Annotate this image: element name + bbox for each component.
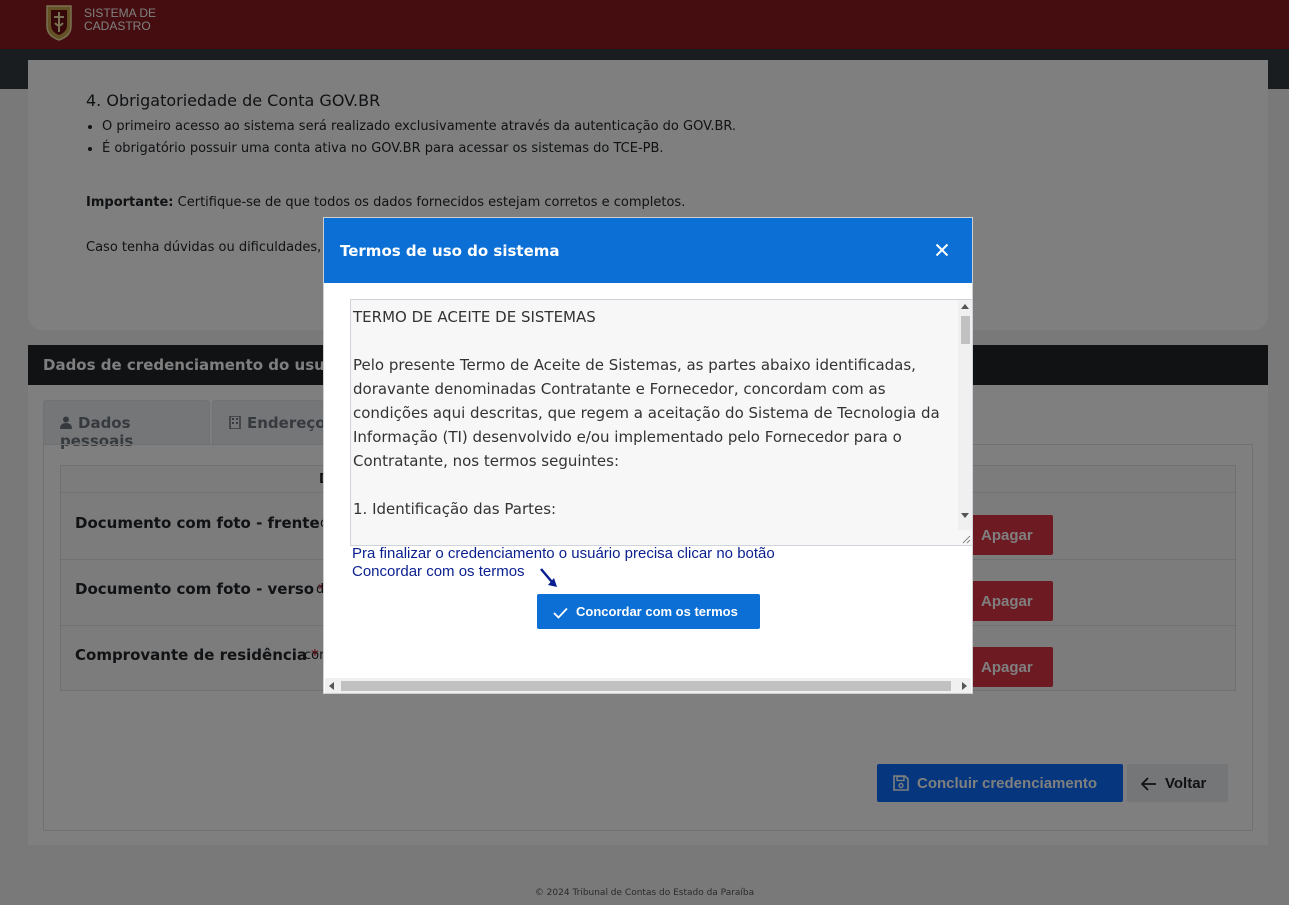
resize-handle-icon[interactable] (961, 534, 971, 544)
scroll-up-icon[interactable] (961, 304, 969, 309)
modal-title: Termos de uso do sistema (340, 242, 560, 260)
close-icon (935, 243, 949, 257)
agree-terms-button[interactable]: Concordar com os termos (537, 594, 760, 629)
vertical-scrollbar[interactable] (958, 300, 972, 530)
terms-modal: Termos de uso do sistema TERMO DE ACEITE… (323, 217, 973, 694)
close-button[interactable] (928, 236, 956, 264)
terms-text: TERMO DE ACEITE DE SISTEMAS Pelo present… (353, 308, 940, 518)
horizontal-scrollbar[interactable] (325, 678, 971, 693)
terms-textarea[interactable]: TERMO DE ACEITE DE SISTEMAS Pelo present… (350, 299, 973, 546)
scroll-down-icon[interactable] (961, 513, 969, 518)
instruction-hint: Pra finalizar o credenciamento o usuário… (352, 545, 775, 581)
check-icon (553, 607, 568, 619)
scrollbar-thumb[interactable] (961, 316, 970, 344)
hint-line-2: Concordar com os termos (352, 563, 525, 580)
scroll-right-icon[interactable] (962, 682, 967, 690)
scroll-left-icon[interactable] (329, 682, 334, 690)
hint-line-1: Pra finalizar o credenciamento o usuário… (352, 545, 775, 562)
scrollbar-thumb[interactable] (341, 681, 951, 691)
agree-label: Concordar com os termos (576, 604, 738, 619)
pointer-arrow-icon (540, 568, 557, 587)
modal-header: Termos de uso do sistema (324, 218, 972, 283)
